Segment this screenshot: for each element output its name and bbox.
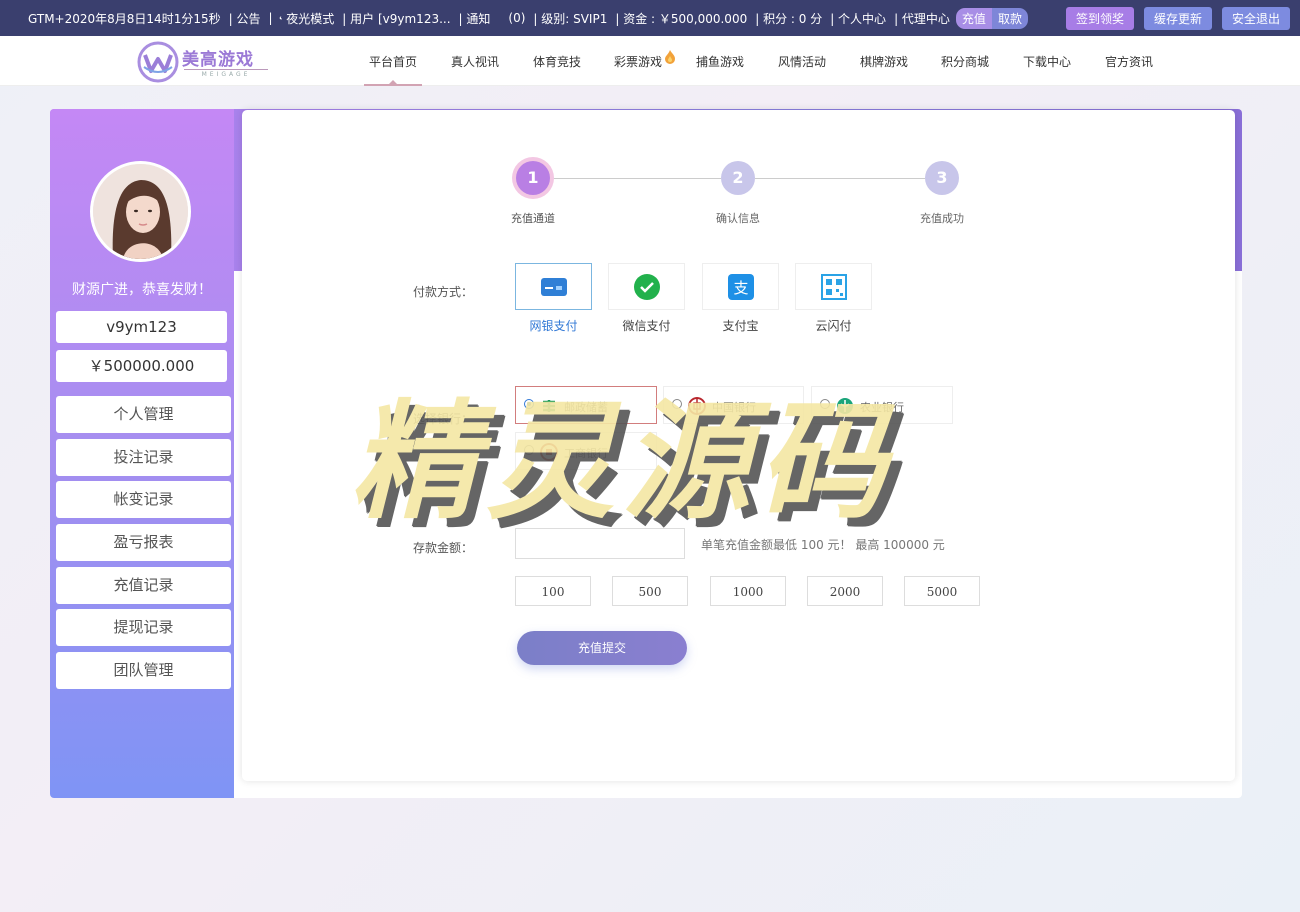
- avatar-photo: [93, 164, 188, 259]
- sidebar-item-recharge-records[interactable]: 充值记录: [56, 567, 231, 604]
- step-1-circle: 1: [516, 161, 550, 195]
- sidebar-item-profit-loss[interactable]: 盈亏报表: [56, 524, 231, 561]
- step-1-label: 充值通道: [511, 212, 555, 225]
- sidebar-slogan: 财源广进，恭喜发财！: [72, 282, 212, 298]
- pay-option-alipay[interactable]: 支: [702, 263, 779, 310]
- nav-download[interactable]: 下载中心: [1023, 53, 1071, 70]
- sidebar-username: v9ym123: [56, 311, 227, 343]
- moon-icon[interactable]: [279, 10, 283, 26]
- pay-option-netbank[interactable]: [515, 263, 592, 310]
- step-3-label: 充值成功: [920, 212, 964, 225]
- main-nav: 美高游戏 MEIGAGE 平台首页 真人视讯 体育竞技 彩票游戏 捕鱼游戏 风情…: [0, 36, 1300, 86]
- logo-emblem-icon: [137, 41, 179, 83]
- sidebar-item-team[interactable]: 团队管理: [56, 652, 231, 689]
- logo-text: 美高游戏: [182, 50, 254, 70]
- agent-center-link[interactable]: | 代理中心: [894, 10, 950, 27]
- sidebar-item-bets[interactable]: 投注记录: [56, 439, 231, 476]
- fire-icon: [665, 50, 675, 64]
- points-balance: | 积分 : 0 分: [755, 11, 823, 26]
- funds-balance: | 资金 : ￥500,000.000: [615, 11, 748, 26]
- nav-promotions[interactable]: 风情活动: [778, 53, 826, 70]
- step-3-circle: 3: [925, 161, 959, 195]
- svg-text:支: 支: [733, 279, 748, 297]
- withdraw-button[interactable]: 取款: [991, 7, 1028, 29]
- nav-home[interactable]: 平台首页: [369, 53, 417, 70]
- server-time: GTM+2020年8月8日14时1分15秒: [28, 11, 221, 26]
- pay-label-unionpay: 云闪付: [815, 319, 852, 333]
- nav-active-caret: [388, 80, 398, 85]
- step-connector: [551, 178, 721, 179]
- wechat-icon: [634, 274, 660, 300]
- logout-button[interactable]: 安全退出: [1221, 6, 1290, 30]
- cache-update-button[interactable]: 缓存更新: [1143, 6, 1212, 30]
- quick-amount-5000[interactable]: 5000: [904, 576, 980, 606]
- quick-amount-2000[interactable]: 2000: [807, 576, 883, 606]
- pay-label-alipay: 支付宝: [722, 319, 759, 333]
- nav-live-video[interactable]: 真人视讯: [451, 53, 499, 70]
- user-link[interactable]: | 用户 [v9ym123...: [342, 10, 450, 27]
- night-mode-toggle[interactable]: 夜光模式: [286, 10, 334, 27]
- step-connector: [755, 178, 925, 179]
- sidebar-item-account-changes[interactable]: 帐变记录: [56, 481, 231, 518]
- notify-count: (0): [508, 11, 526, 25]
- top-bar: GTM+2020年8月8日14时1分15秒 | 公告 | 夜光模式 | 用户 […: [0, 0, 1300, 36]
- nav-news[interactable]: 官方资讯: [1105, 53, 1153, 70]
- sidebar-item-personal[interactable]: 个人管理: [56, 396, 231, 433]
- quick-amount-1000[interactable]: 1000: [710, 576, 786, 606]
- alipay-icon: 支: [728, 274, 754, 300]
- payment-method-label: 付款方式：: [413, 285, 474, 299]
- pay-label-netbank: 网银支付: [529, 319, 578, 333]
- submit-recharge-button[interactable]: 充值提交: [517, 631, 687, 665]
- logo-subtext: MEIGAGE: [184, 69, 268, 78]
- sidebar-balance: ￥500000.000: [56, 350, 227, 382]
- site-logo[interactable]: 美高游戏 MEIGAGE: [136, 41, 276, 83]
- qr-code-icon: [821, 274, 847, 300]
- recharge-withdraw-group: 充值 取款: [955, 7, 1028, 29]
- quick-amount-500[interactable]: 500: [612, 576, 688, 606]
- nav-points-mall[interactable]: 积分商城: [941, 53, 989, 70]
- pay-option-unionpay-qr[interactable]: [795, 263, 872, 310]
- bank-card-icon: [541, 278, 567, 296]
- recharge-button[interactable]: 充值: [955, 7, 992, 29]
- quick-amount-100[interactable]: 100: [515, 576, 591, 606]
- checkin-button[interactable]: 签到领奖: [1065, 6, 1134, 30]
- nav-lottery[interactable]: 彩票游戏: [614, 53, 662, 70]
- step-2-circle: 2: [721, 161, 755, 195]
- nav-fishing[interactable]: 捕鱼游戏: [696, 53, 744, 70]
- nav-chess[interactable]: 棋牌游戏: [860, 53, 908, 70]
- personal-center-link[interactable]: | 个人中心: [830, 10, 886, 27]
- step-2-label: 确认信息: [716, 212, 760, 225]
- nav-sports[interactable]: 体育竞技: [533, 53, 581, 70]
- pay-option-wechat[interactable]: [608, 263, 685, 310]
- vip-level: | 级别: SVIP1: [533, 11, 608, 26]
- pay-label-wechat: 微信支付: [622, 319, 671, 333]
- sidebar-item-withdraw-records[interactable]: 提现记录: [56, 609, 231, 646]
- avatar[interactable]: [90, 161, 191, 262]
- watermark-overlay: 精灵源码: [350, 388, 895, 537]
- notice-link[interactable]: | 公告: [229, 10, 261, 27]
- notify-link[interactable]: | 通知: [459, 10, 491, 27]
